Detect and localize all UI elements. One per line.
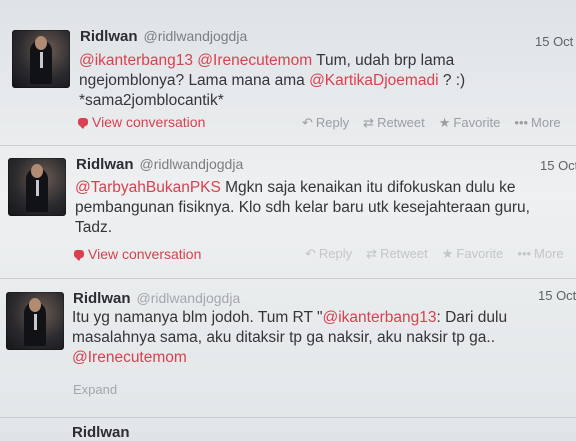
reply-button[interactable]: ↶ Reply	[302, 115, 349, 131]
tweet-text-segment: masalahnya sama, aku ditaksir tp ga naks…	[72, 329, 496, 346]
tweet-text: @ikanterbang13 @Irenecutemom Tum, udah b…	[79, 51, 549, 111]
speech-bubble-icon	[78, 118, 88, 129]
author-name[interactable]: Ridlwan	[73, 290, 131, 307]
mention-link[interactable]: @ikanterbang13	[322, 309, 436, 326]
avatar[interactable]	[12, 30, 70, 88]
tweet-text-segment: : Dari dulu	[436, 309, 508, 326]
author-name[interactable]: Ridlwan	[76, 156, 134, 173]
tweet-item[interactable]: Ridlwan @ridlwandjogdja 15 Oct @ikanterba…	[0, 0, 576, 146]
tweet-text: @TarbyahBukanPKS Mgkn saja kenaikan itu …	[75, 178, 565, 238]
more-button[interactable]: ••• More	[514, 115, 560, 131]
star-icon: ★	[441, 246, 454, 261]
tweet-text-segment: Tum, udah brp lama	[312, 52, 455, 69]
tweet-text-line: masalahnya sama, aku ditaksir tp ga naks…	[72, 328, 567, 348]
retweet-icon: ⇄	[363, 115, 375, 130]
tweet-text-line: Itu yg namanya blm jodoh. Tum RT "@ikant…	[72, 308, 567, 328]
tweet-text-segment: pembangunan fisiknya. Klo sdh kelar baru…	[75, 199, 530, 216]
tweet-text-line: ngejomblonya? Lama mana ama @KartikaDjoe…	[79, 71, 549, 91]
mention-link[interactable]: @Irenecutemom	[72, 349, 187, 366]
tweet-text-line: *sama2jomblocantik*	[79, 91, 549, 111]
tweet-text-segment: *sama2jomblocantik*	[79, 92, 224, 109]
avatar[interactable]	[8, 158, 66, 216]
reply-arrow-icon: ↶	[305, 246, 316, 261]
view-conversation-label: View conversation	[88, 246, 202, 262]
mention-link[interactable]: @ikanterbang13	[79, 52, 193, 69]
author-handle[interactable]: @ridlwandjogdja	[144, 28, 248, 44]
mention-link[interactable]: @KartikaDjoemadi	[309, 72, 438, 89]
tweet-date[interactable]: 15 Oct	[540, 158, 576, 173]
mention-link[interactable]: @TarbyahBukanPKS	[75, 179, 221, 196]
reply-button[interactable]: ↶ Reply	[305, 246, 352, 262]
tweet-text-segment: ? :)	[438, 72, 466, 89]
tweet-text-segment: Tadz.	[75, 219, 113, 236]
author-handle[interactable]: @ridlwandjogdja	[137, 290, 241, 306]
retweet-button[interactable]: ⇄ Retweet	[363, 115, 425, 131]
tweet-actions: ↶ Reply ⇄ Retweet ★ Favorite ••• More	[302, 115, 561, 131]
tweet-text-line: @Irenecutemom	[72, 348, 567, 368]
star-icon: ★	[438, 115, 451, 130]
dots-icon: •••	[517, 246, 532, 261]
tweet-timeline: Ridlwan @ridlwandjogdja 15 Oct @ikanterba…	[0, 0, 576, 441]
reply-arrow-icon: ↶	[302, 115, 313, 130]
tweet-text-line: @ikanterbang13 @Irenecutemom Tum, udah b…	[79, 51, 549, 71]
author-name[interactable]: Ridlwan	[80, 28, 138, 45]
more-button[interactable]: ••• More	[517, 246, 563, 262]
favorite-button[interactable]: ★ Favorite	[442, 246, 504, 262]
tweet-date[interactable]: 15 Oct	[538, 288, 576, 303]
dots-icon: •••	[514, 115, 529, 130]
tweet-text-segment: Mgkn saja kenaikan itu difokuskan dulu k…	[220, 179, 516, 196]
avatar[interactable]	[6, 292, 64, 350]
author-handle[interactable]: @ridlwandjogdja	[140, 156, 244, 172]
speech-bubble-icon	[74, 250, 84, 261]
tweet-text-line: Tadz.	[75, 218, 565, 238]
retweet-button[interactable]: ⇄ Retweet	[366, 246, 428, 262]
tweet-text-line: @TarbyahBukanPKS Mgkn saja kenaikan itu …	[75, 178, 565, 198]
view-conversation-label: View conversation	[92, 114, 206, 130]
tweet-text-segment: Itu yg namanya blm jodoh. Tum RT "	[72, 309, 323, 326]
author-name[interactable]: Ridlwan	[72, 424, 130, 441]
retweet-icon: ⇄	[366, 246, 378, 261]
tweet-text: Itu yg namanya blm jodoh. Tum RT "@ikant…	[72, 308, 567, 368]
tweet-text-segment: ngejomblonya? Lama mana ama	[79, 72, 310, 89]
favorite-button[interactable]: ★ Favorite	[439, 115, 501, 131]
tweet-text-line: pembangunan fisiknya. Klo sdh kelar baru…	[75, 198, 565, 218]
tweet-item[interactable]: Ridlwan @ridlwandjogdja 15 Oct @TarbyahBu…	[0, 146, 576, 279]
view-conversation-link[interactable]: View conversation	[74, 246, 201, 262]
mention-link[interactable]: @Irenecutemom	[197, 52, 312, 69]
tweet-date[interactable]: 15 Oct	[535, 34, 573, 49]
tweet-actions: ↶ Reply ⇄ Retweet ★ Favorite ••• More	[305, 246, 564, 262]
expand-link[interactable]: Expand	[73, 382, 117, 397]
view-conversation-link[interactable]: View conversation	[78, 114, 205, 130]
tweet-item[interactable]: Ridlwan @ridlwandjogdja 15 Oct Itu yg nam…	[0, 279, 576, 418]
